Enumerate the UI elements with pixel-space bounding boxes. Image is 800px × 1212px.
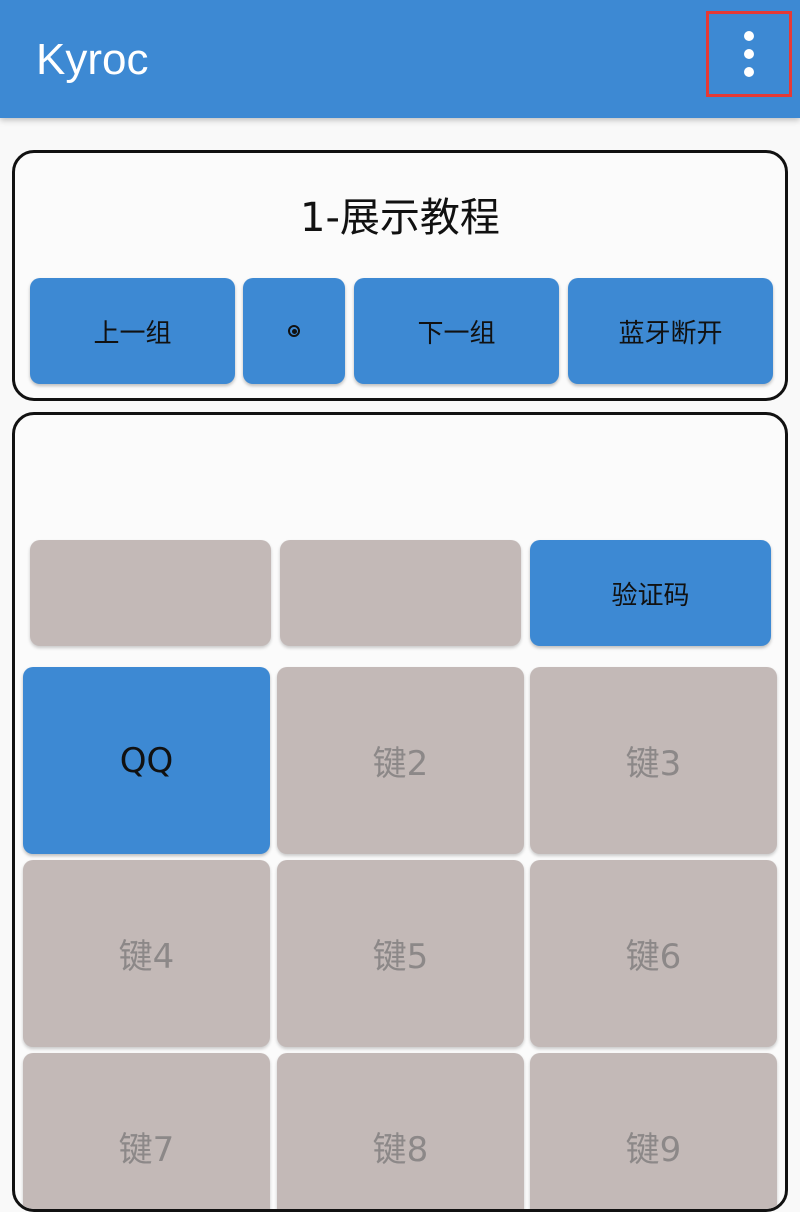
app-title: Kyroc bbox=[36, 35, 149, 84]
verification-code-button[interactable]: 验证码 bbox=[530, 540, 771, 646]
more-vert-icon-dot-3 bbox=[744, 67, 754, 77]
app-bar: Kyroc bbox=[0, 0, 800, 118]
key-4-label: 键4 bbox=[118, 937, 175, 977]
key-5-label: 键5 bbox=[372, 937, 429, 977]
shortcut-button-2[interactable] bbox=[280, 540, 521, 646]
bluetooth-button[interactable]: 蓝牙断开 bbox=[568, 278, 773, 384]
key-2-label: 键2 bbox=[372, 744, 429, 784]
key-5-button[interactable]: 键5 bbox=[277, 860, 524, 1047]
key-1-button[interactable]: QQ bbox=[23, 667, 270, 854]
more-vert-icon bbox=[744, 31, 754, 41]
key-9-label: 键9 bbox=[625, 1130, 682, 1170]
key-6-button[interactable]: 键6 bbox=[530, 860, 777, 1047]
key-6-label: 键6 bbox=[625, 937, 682, 977]
next-group-button[interactable]: 下一组 bbox=[354, 278, 559, 384]
prev-group-label: 上一组 bbox=[93, 318, 172, 349]
prev-group-button[interactable]: 上一组 bbox=[30, 278, 235, 384]
key-panel: 验证码 QQ 键2 键3 键4 键5 键6 键7 键8 键9 bbox=[12, 412, 788, 1212]
key-4-button[interactable]: 键4 bbox=[23, 860, 270, 1047]
key-8-label: 键8 bbox=[372, 1130, 429, 1170]
next-group-label: 下一组 bbox=[417, 318, 496, 349]
key-7-button[interactable]: 键7 bbox=[23, 1053, 270, 1209]
more-options-button[interactable] bbox=[706, 11, 792, 97]
group-panel: 1-展示教程 上一组 下一组 蓝牙断开 bbox=[12, 150, 788, 401]
more-vert-icon-dot-2 bbox=[744, 49, 754, 59]
group-title: 1-展示教程 bbox=[300, 195, 500, 241]
key-3-button[interactable]: 键3 bbox=[530, 667, 777, 854]
key-1-label: QQ bbox=[119, 740, 174, 781]
bluetooth-label: 蓝牙断开 bbox=[618, 318, 723, 349]
shortcut-button-1[interactable] bbox=[30, 540, 271, 646]
key-9-button[interactable]: 键9 bbox=[530, 1053, 777, 1209]
key-2-button[interactable]: 键2 bbox=[277, 667, 524, 854]
key-8-button[interactable]: 键8 bbox=[277, 1053, 524, 1209]
key-3-label: 键3 bbox=[625, 744, 682, 784]
radio-dot-icon bbox=[288, 325, 300, 337]
verification-code-label: 验证码 bbox=[611, 580, 690, 611]
radio-button[interactable] bbox=[243, 278, 345, 384]
key-7-label: 键7 bbox=[118, 1130, 175, 1170]
